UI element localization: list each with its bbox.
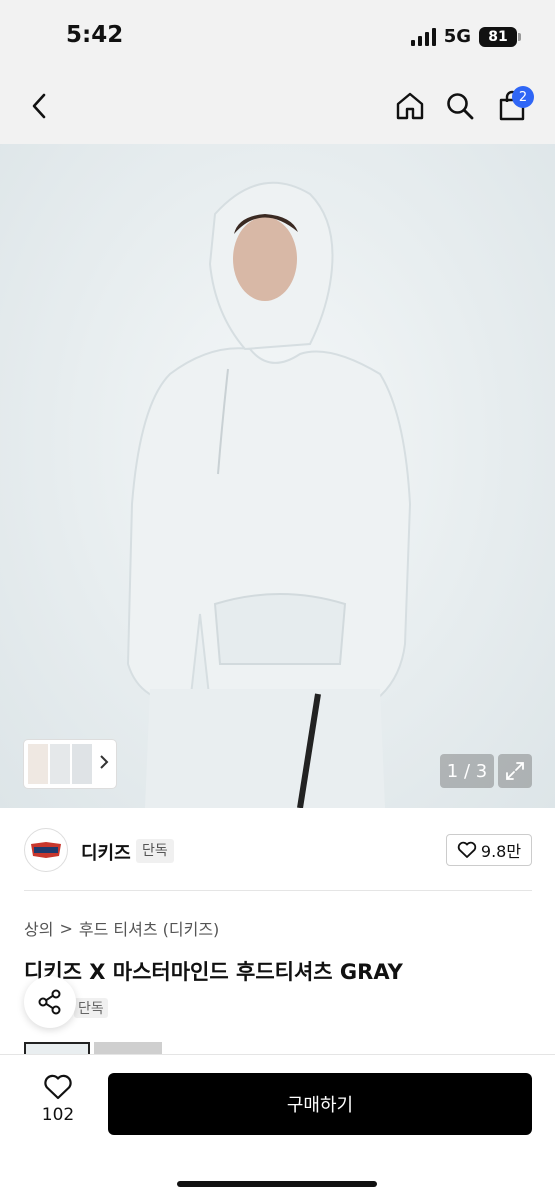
thumbnail	[50, 744, 70, 784]
status-time: 5:42	[66, 22, 124, 48]
expand-button[interactable]	[498, 754, 532, 788]
cart-button[interactable]: 2	[490, 84, 534, 128]
wishlist-count: 102	[41, 1105, 75, 1125]
home-button[interactable]	[388, 84, 432, 128]
buy-button[interactable]: 구매하기	[108, 1073, 532, 1135]
brand-logo[interactable]	[24, 828, 68, 872]
wishlist-button[interactable]: 102	[30, 1073, 86, 1133]
share-button[interactable]	[24, 976, 76, 1028]
brand-like-count: 9.8만	[480, 842, 522, 861]
thumbnail-strip[interactable]	[24, 740, 116, 788]
heart-icon	[44, 1074, 72, 1100]
brand-like-button[interactable]: 9.8만	[446, 834, 532, 866]
search-icon	[447, 93, 474, 120]
expand-icon	[506, 762, 524, 780]
breadcrumb: 상의 > 후드 티셔츠 (디키즈)	[24, 916, 219, 940]
brand-name[interactable]: 디키즈	[81, 839, 131, 865]
back-icon	[32, 93, 46, 119]
status-bar: 5:42 5G 81	[0, 0, 555, 70]
product-title: 디키즈 X 마스터마인드 후드티셔츠 GRAY	[24, 960, 403, 984]
home-icon	[396, 92, 424, 120]
status-indicators: 5G 81	[410, 26, 521, 47]
battery-icon: 81	[479, 26, 521, 47]
search-button[interactable]	[438, 84, 482, 128]
heart-icon	[457, 841, 477, 858]
back-button[interactable]	[18, 84, 62, 128]
breadcrumb-subcategory[interactable]: 후드 티셔츠 (디키즈)	[79, 916, 219, 940]
breadcrumb-category[interactable]: 상의	[24, 916, 53, 940]
share-icon	[38, 989, 61, 1015]
network-label: 5G	[443, 26, 471, 47]
exclusive-badge: 단독	[136, 839, 174, 863]
cart-count-badge: 2	[512, 86, 534, 108]
signal-icon	[410, 27, 436, 46]
breadcrumb-separator: >	[59, 918, 73, 938]
battery-level: 81	[488, 28, 508, 45]
thumbnail	[28, 744, 48, 784]
product-image-gallery[interactable]: 1 / 3	[0, 144, 555, 808]
brand-row: 디키즈 단독 9.8만	[24, 828, 532, 874]
product-photo	[126, 181, 412, 808]
bottom-action-bar: 102 구매하기	[0, 1054, 555, 1200]
thumbnail	[72, 744, 92, 784]
home-indicator[interactable]	[177, 1181, 377, 1187]
divider	[24, 890, 532, 891]
chevron-right-icon	[100, 755, 109, 769]
product-exclusive-badge: 단독	[74, 998, 108, 1018]
top-nav: 2	[0, 70, 555, 144]
image-page-indicator: 1 / 3	[440, 754, 494, 788]
dickies-logo	[31, 842, 61, 858]
